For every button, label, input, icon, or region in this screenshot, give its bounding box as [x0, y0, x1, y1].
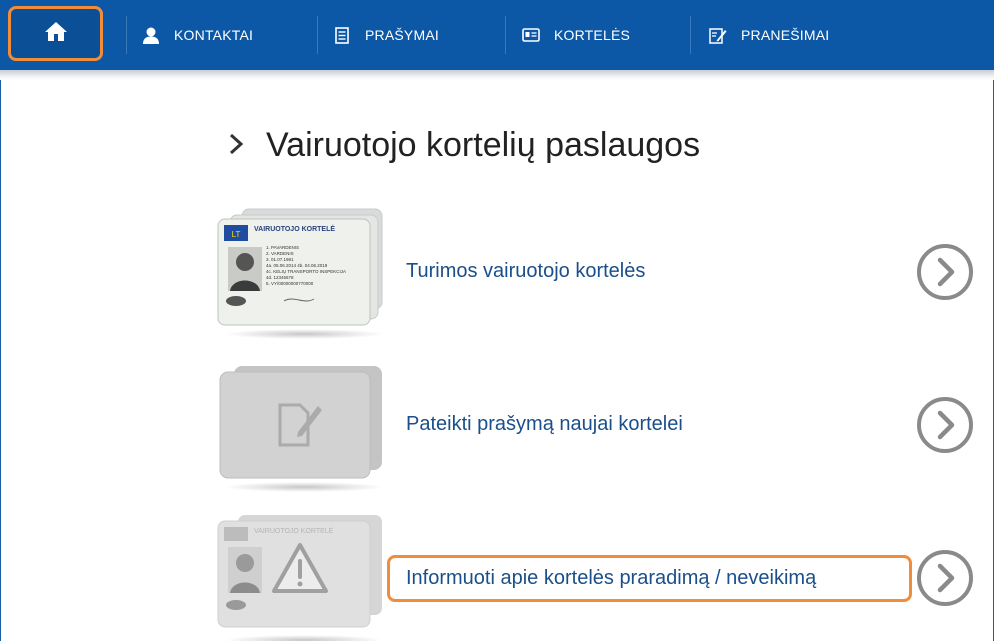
chevron-circle-right-icon[interactable] [916, 549, 974, 607]
chevron-right-icon [228, 130, 244, 162]
nav-item-pranesimai[interactable]: PRANEŠIMAI [709, 0, 829, 70]
edit-note-icon [709, 26, 727, 44]
nav-separator [317, 16, 318, 54]
top-navigation-bar: KONTAKTAI PRAŠYMAI KORTELĖS PRANEŠIMAI [0, 0, 994, 70]
card-shadow [224, 329, 384, 339]
home-button[interactable] [8, 6, 103, 61]
nav-shadow [0, 70, 994, 80]
card-shadow [224, 635, 384, 641]
svg-text:2. VARDENIS: 2. VARDENIS [266, 251, 294, 256]
service-link[interactable]: Pateikti prašymą naujai kortelei [406, 413, 683, 436]
svg-text:LT: LT [232, 230, 241, 239]
svg-text:3. 01.07.1981: 3. 01.07.1981 [266, 257, 294, 262]
driver-card-image: LT VAIRUOTOJO KORTELĖ 1. PAVARDENIS 2. V… [217, 208, 383, 326]
nav-item-label: PRAŠYMAI [365, 27, 439, 43]
svg-text:4a. 05.06.2014 4b. 04.06.2019: 4a. 05.06.2014 4b. 04.06.2019 [266, 263, 328, 268]
service-row-new-card[interactable]: Pateikti prašymą naujai kortelei [214, 360, 974, 492]
nav-item-label: KONTAKTAI [174, 27, 254, 43]
document-icon [333, 26, 351, 44]
nav-separator [126, 16, 127, 54]
svg-text:VAIRUOTOJO KORTELĖ: VAIRUOTOJO KORTELĖ [254, 225, 335, 233]
id-card-icon [522, 26, 540, 44]
nav-separator [690, 16, 691, 54]
service-row-existing-cards[interactable]: LT VAIRUOTOJO KORTELĖ 1. PAVARDENIS 2. V… [214, 207, 974, 339]
svg-text:5. VY/00000000770000: 5. VY/00000000770000 [266, 281, 314, 286]
chevron-circle-right-icon[interactable] [916, 396, 974, 454]
nav-item-kontaktai[interactable]: KONTAKTAI [142, 0, 253, 70]
svg-text:4c. KELIŲ TRANSPORTO INSPEKCIJ: 4c. KELIŲ TRANSPORTO INSPEKCIJA [266, 269, 346, 274]
card-shadow [224, 482, 384, 492]
highlight-box [387, 555, 912, 602]
nav-item-label: KORTELĖS [554, 27, 631, 43]
svg-text:1. PAVARDENIS: 1. PAVARDENIS [266, 245, 299, 250]
warning-card-image: VAIRUOTOJO KORTELĖ [217, 515, 382, 628]
service-link[interactable]: Turimos vairuotojo kortelės [406, 260, 645, 283]
page-title: Vairuotojo kortelių paslaugos [228, 126, 700, 165]
blank-card-image [219, 366, 382, 479]
svg-text:VAIRUOTOJO KORTELĖ: VAIRUOTOJO KORTELĖ [254, 526, 334, 535]
chevron-circle-right-icon[interactable] [916, 243, 974, 301]
svg-text:4d. 12345678: 4d. 12345678 [266, 275, 294, 280]
nav-item-korteles[interactable]: KORTELĖS [522, 0, 630, 70]
home-icon [44, 20, 68, 47]
page-title-text: Vairuotojo kortelių paslaugos [266, 126, 701, 164]
nav-separator [505, 16, 506, 54]
nav-item-prasymai[interactable]: PRAŠYMAI [333, 0, 439, 70]
person-icon [142, 26, 160, 44]
nav-item-label: PRANEŠIMAI [741, 27, 830, 43]
